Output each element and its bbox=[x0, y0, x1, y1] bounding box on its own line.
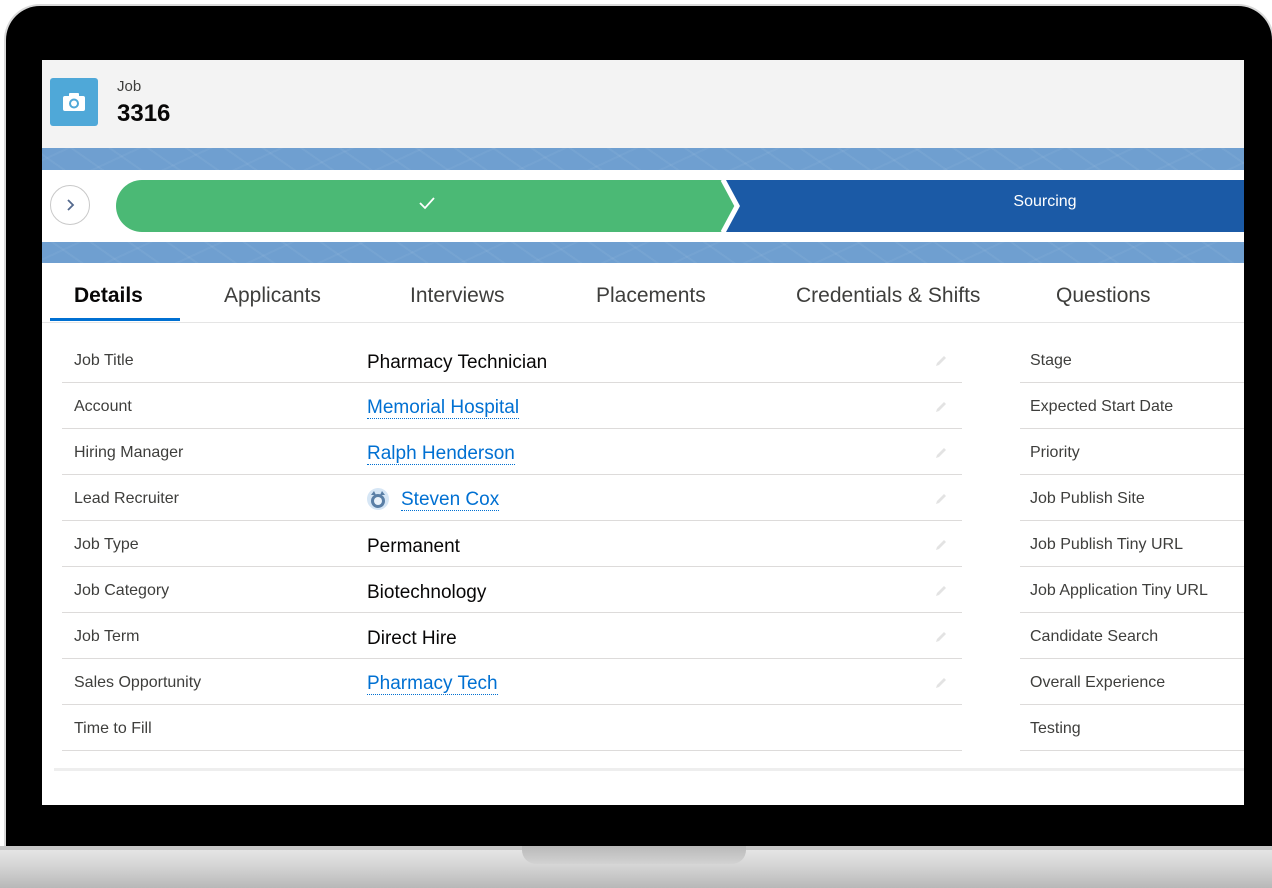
field-value: Pharmacy Technician bbox=[367, 352, 548, 373]
camera-icon bbox=[50, 78, 98, 126]
tab-placements[interactable]: Placements bbox=[596, 284, 706, 308]
tab-questions[interactable]: Questions bbox=[1056, 284, 1151, 308]
field-label: Job Term bbox=[74, 628, 140, 645]
field-label: Job Publish Site bbox=[1030, 490, 1145, 507]
field-row-time-to-fill: Time to Fill bbox=[62, 704, 962, 751]
field-value: Permanent bbox=[367, 536, 460, 557]
field-label: Expected Start Date bbox=[1030, 398, 1174, 415]
field-label: Job Application Tiny URL bbox=[1030, 582, 1208, 599]
field-label: Lead Recruiter bbox=[74, 490, 179, 507]
chevron-right-icon bbox=[67, 199, 75, 211]
field-label: Candidate Search bbox=[1030, 628, 1159, 645]
path-toggle-button[interactable] bbox=[50, 185, 90, 225]
tab-interviews[interactable]: Interviews bbox=[410, 284, 505, 308]
current-stage-label: Sourcing bbox=[1013, 193, 1077, 210]
field-row-job-application-tiny-url: Job Application Tiny URL bbox=[1020, 566, 1244, 613]
pencil-icon[interactable] bbox=[934, 630, 948, 644]
field-row-job-publish-site: Job Publish Site bbox=[1020, 474, 1244, 521]
field-row-candidate-search: Candidate Search bbox=[1020, 612, 1244, 659]
screen: Job 3316 Sourcing Details Applicants Int… bbox=[42, 60, 1244, 805]
sales-opportunity-link[interactable]: Pharmacy Tech bbox=[367, 674, 498, 695]
pencil-icon[interactable] bbox=[934, 446, 948, 460]
field-row-account: Account Memorial Hospital bbox=[62, 382, 962, 429]
lead-recruiter-link[interactable]: Steven Cox bbox=[401, 490, 500, 511]
laptop-notch bbox=[522, 846, 746, 864]
field-label: Account bbox=[74, 398, 132, 415]
field-row-job-term: Job Term Direct Hire bbox=[62, 612, 962, 659]
field-row-job-category: Job Category Biotechnology bbox=[62, 566, 962, 613]
pencil-icon[interactable] bbox=[934, 400, 948, 414]
field-label: Testing bbox=[1030, 720, 1081, 737]
field-label: Sales Opportunity bbox=[74, 674, 202, 691]
field-row-stage: Stage bbox=[1020, 336, 1244, 383]
account-link[interactable]: Memorial Hospital bbox=[367, 398, 520, 419]
object-type-label: Job bbox=[117, 78, 142, 95]
field-label: Overall Experience bbox=[1030, 674, 1166, 691]
field-label: Hiring Manager bbox=[74, 444, 184, 461]
tab-details[interactable]: Details bbox=[74, 284, 143, 308]
record-tabs: Details Applicants Interviews Placements… bbox=[42, 264, 1244, 323]
pencil-icon[interactable] bbox=[934, 584, 948, 598]
tab-credentials-shifts[interactable]: Credentials & Shifts bbox=[796, 284, 980, 308]
field-row-job-type: Job Type Permanent bbox=[62, 520, 962, 567]
field-label: Job Title bbox=[74, 352, 134, 369]
check-icon bbox=[407, 188, 447, 218]
avatar bbox=[367, 488, 389, 510]
field-label: Job Type bbox=[74, 536, 139, 553]
field-row-lead-recruiter: Lead Recruiter Steven Cox bbox=[62, 474, 962, 521]
field-label: Job Category bbox=[74, 582, 170, 599]
field-label: Stage bbox=[1030, 352, 1072, 369]
field-label: Time to Fill bbox=[74, 720, 152, 737]
field-row-overall-experience: Overall Experience bbox=[1020, 658, 1244, 705]
field-label: Priority bbox=[1030, 444, 1080, 461]
hiring-manager-link[interactable]: Ralph Henderson bbox=[367, 444, 515, 465]
pencil-icon[interactable] bbox=[934, 676, 948, 690]
field-value: Biotechnology bbox=[367, 582, 487, 603]
field-row-hiring-manager: Hiring Manager Ralph Henderson bbox=[62, 428, 962, 475]
field-row-sales-opportunity: Sales Opportunity Pharmacy Tech bbox=[62, 658, 962, 705]
field-row-job-title: Job Title Pharmacy Technician bbox=[62, 336, 962, 383]
field-row-testing: Testing bbox=[1020, 704, 1244, 751]
record-title: 3316 bbox=[117, 100, 171, 127]
field-value: Direct Hire bbox=[367, 628, 457, 649]
pencil-icon[interactable] bbox=[934, 492, 948, 506]
field-row-expected-start-date: Expected Start Date bbox=[1020, 382, 1244, 429]
section-divider bbox=[54, 768, 1244, 771]
field-label: Job Publish Tiny URL bbox=[1030, 536, 1183, 553]
pencil-icon[interactable] bbox=[934, 354, 948, 368]
field-row-job-publish-tiny-url: Job Publish Tiny URL bbox=[1020, 520, 1244, 567]
tab-applicants[interactable]: Applicants bbox=[224, 284, 321, 308]
record-header: Job 3316 bbox=[42, 60, 1244, 149]
field-row-priority: Priority bbox=[1020, 428, 1244, 475]
pencil-icon[interactable] bbox=[934, 538, 948, 552]
active-tab-indicator bbox=[50, 318, 180, 321]
